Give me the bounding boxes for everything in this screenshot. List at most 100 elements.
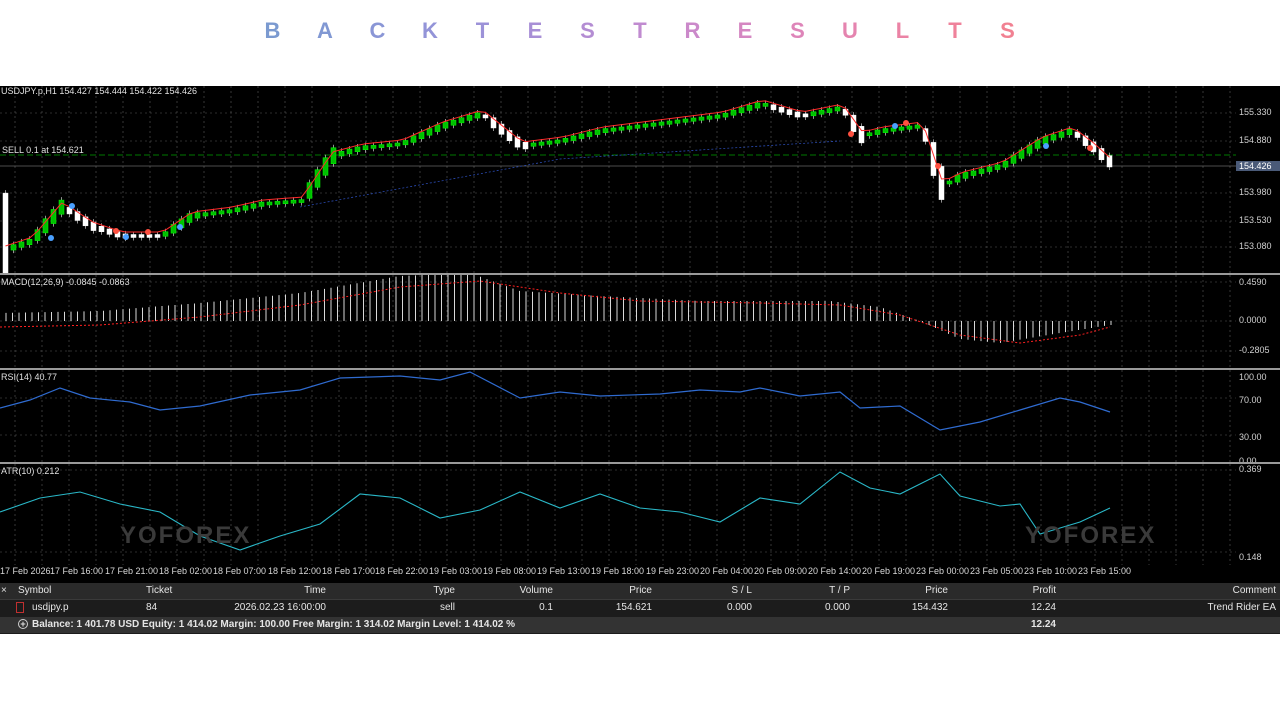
candle: [642, 123, 649, 128]
candle: [458, 117, 465, 124]
trade-arrow-icon: [903, 120, 909, 126]
banner-letter: B: [264, 18, 281, 43]
time-tick: 20 Feb 14:00: [808, 566, 862, 576]
cell-type: sell: [439, 602, 455, 613]
banner-letter: A: [317, 18, 333, 43]
candle: [434, 124, 441, 132]
macd-pane[interactable]: MACD(12,26,9) -0.0845 -0.0863: [0, 275, 1236, 368]
cell-sl: 0.000: [726, 602, 752, 613]
candle: [946, 180, 953, 185]
time-tick: 23 Feb 05:00: [970, 566, 1024, 576]
trade-table-header: × Symbol Ticket Time Type Volume Price S…: [0, 583, 1280, 600]
price-chart-pane[interactable]: USDJPY.p,H1 154.427 154.444 154.422 154.…: [0, 86, 1236, 273]
close-icon[interactable]: ×: [1, 583, 7, 599]
col-time[interactable]: Time: [304, 583, 326, 599]
candle: [58, 199, 65, 215]
cell-time: 2026.02.23 16:00:00: [234, 602, 326, 613]
candle: [658, 121, 665, 126]
symbol-label: USDJPY.p,H1 154.427 154.444 154.422 154.…: [1, 86, 197, 96]
candle: [354, 146, 361, 152]
col-volume[interactable]: Volume: [520, 583, 553, 599]
banner-letter: E: [737, 18, 753, 43]
col-type[interactable]: Type: [433, 583, 455, 599]
trade-arrow-icon: [892, 123, 898, 129]
atr-scale[interactable]: 0.369 0.148: [1236, 464, 1280, 565]
price-chart: [0, 86, 1236, 273]
candle: [266, 201, 273, 206]
table-row[interactable]: usdjpy.p 84 2026.02.23 16:00:00 sell 0.1…: [0, 600, 1280, 616]
scale-tick: 155.330: [1239, 107, 1272, 117]
order-icon: [16, 602, 24, 613]
rsi-chart: [0, 370, 1236, 462]
time-axis[interactable]: 17 Feb 2026 17 Feb 16:00 17 Feb 21:00 18 Fe…: [0, 565, 1236, 577]
candle: [2, 192, 9, 273]
candle: [474, 112, 481, 119]
cell-volume: 0.1: [539, 602, 553, 613]
candle: [546, 140, 553, 145]
macd-chart: [0, 275, 1236, 368]
candle: [802, 113, 809, 118]
time-tick: 17 Feb 2026: [0, 566, 51, 576]
rsi-scale[interactable]: 100.00 70.00 30.00 0.00: [1236, 370, 1280, 466]
trend-line: [299, 140, 841, 208]
trade-arrow-icon: [145, 229, 151, 235]
col-comment[interactable]: Comment: [1233, 583, 1276, 599]
scale-tick: 153.080: [1239, 241, 1272, 251]
candle: [42, 218, 49, 234]
expand-icon[interactable]: +: [18, 619, 28, 629]
candle: [754, 102, 761, 109]
candle: [1050, 134, 1057, 141]
candle: [818, 109, 825, 115]
time-tick: 18 Feb 07:00: [213, 566, 267, 576]
candle: [906, 125, 913, 130]
banner-title: BACKTESTRESULTS: [0, 18, 1280, 44]
scale-tick: -0.2805: [1239, 345, 1270, 355]
candle: [730, 109, 737, 116]
trade-arrow-icon: [1043, 143, 1049, 149]
candle: [402, 140, 409, 146]
time-tick: 23 Feb 15:00: [1078, 566, 1132, 576]
candle: [50, 209, 57, 224]
candle: [690, 117, 697, 122]
time-tick: 23 Feb 00:00: [916, 566, 970, 576]
banner-letter: S: [1000, 18, 1015, 43]
macd-label: MACD(12,26,9) -0.0845 -0.0863: [1, 277, 130, 287]
col-ticket[interactable]: Ticket: [146, 583, 172, 599]
col-price[interactable]: Price: [629, 583, 652, 599]
candle: [370, 145, 377, 149]
candle: [450, 119, 457, 126]
scale-tick: 0.0000: [1239, 315, 1267, 325]
candle: [762, 103, 769, 107]
candle: [914, 124, 921, 129]
col-sl[interactable]: S / L: [731, 583, 752, 599]
current-price-tag: 154.426: [1236, 161, 1280, 171]
trade-arrow-icon: [113, 228, 119, 234]
scale-tick: 0.369: [1239, 464, 1262, 474]
scale-tick: 154.880: [1239, 135, 1272, 145]
cell-profit: 12.24: [1030, 602, 1056, 613]
candle: [258, 201, 265, 207]
candle: [962, 171, 969, 179]
account-summary-row: + Balance: 1 401.78 USD Equity: 1 414.02…: [0, 617, 1280, 633]
time-tick: 19 Feb 03:00: [429, 566, 483, 576]
trade-arrow-icon: [123, 234, 129, 240]
candle: [778, 106, 785, 113]
macd-scale[interactable]: 0.4590 0.0000 -0.2805: [1236, 275, 1280, 368]
candle: [634, 124, 641, 129]
col-current-price[interactable]: Price: [925, 583, 948, 599]
col-symbol[interactable]: Symbol: [18, 583, 51, 599]
price-scale[interactable]: 155.330 154.880 153.980 153.530 153.080 154.4…: [1236, 86, 1280, 273]
watermark-brand: YOFOREX: [1025, 522, 1157, 549]
col-tp[interactable]: T / P: [829, 583, 850, 599]
candle: [1002, 160, 1009, 168]
banner-letter: S: [580, 18, 595, 43]
cell-current-price: 154.432: [911, 602, 948, 613]
rsi-pane[interactable]: RSI(14) 40.77: [0, 370, 1236, 462]
candle: [618, 126, 625, 131]
candle: [386, 143, 393, 148]
candle: [714, 114, 721, 119]
col-profit[interactable]: Profit: [1033, 583, 1056, 599]
banner-letter: C: [369, 18, 386, 43]
candle: [202, 212, 209, 217]
cell-ticket: 84: [146, 602, 158, 613]
